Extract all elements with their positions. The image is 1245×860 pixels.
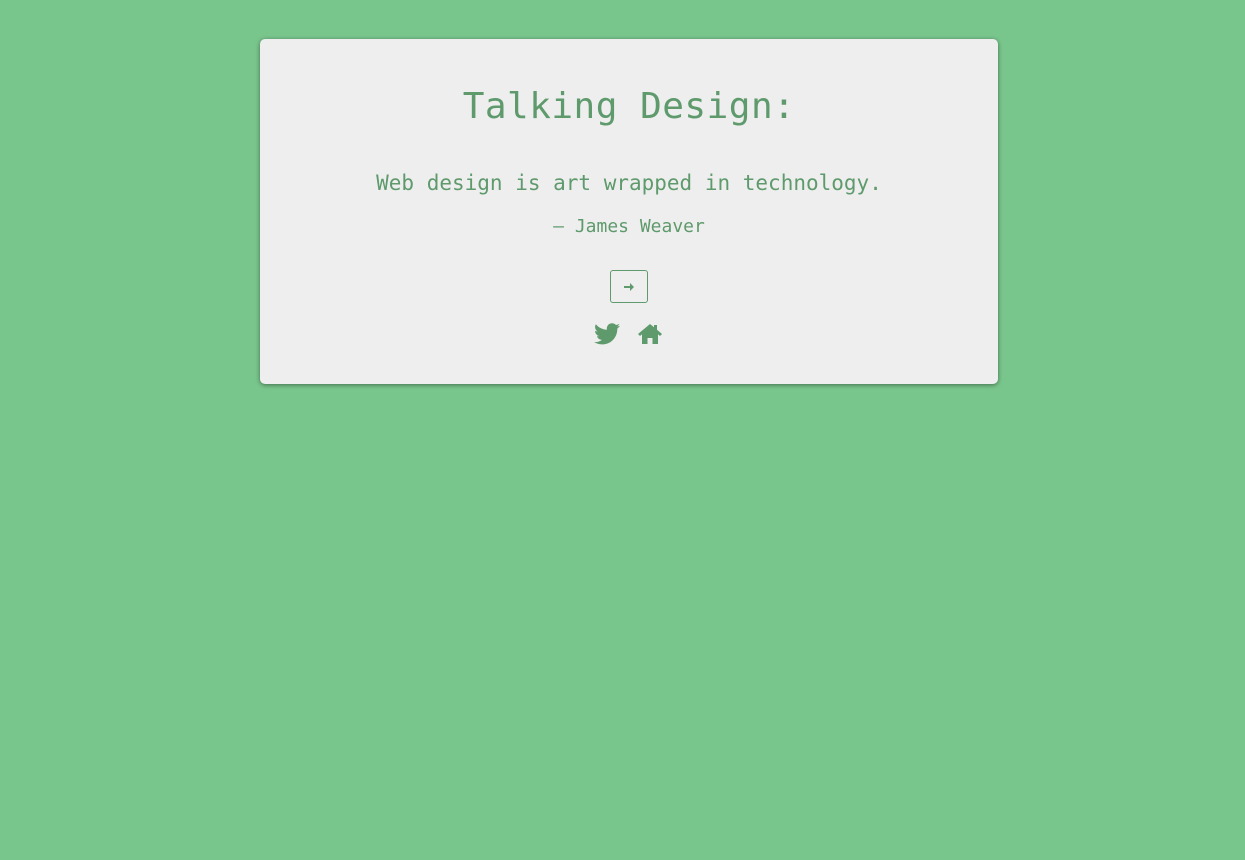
next-quote-button[interactable] bbox=[610, 270, 648, 303]
home-icon bbox=[637, 323, 663, 345]
page-title: Talking Design: bbox=[462, 86, 796, 127]
quote-card: Talking Design: Web design is art wrappe… bbox=[260, 39, 998, 384]
quote-author: – James Weaver bbox=[553, 216, 705, 237]
twitter-icon bbox=[594, 323, 620, 345]
home-link[interactable] bbox=[636, 321, 664, 347]
arrow-right-icon bbox=[623, 281, 635, 293]
twitter-link[interactable] bbox=[593, 321, 621, 347]
quote-text: Web design is art wrapped in technology. bbox=[376, 171, 882, 195]
